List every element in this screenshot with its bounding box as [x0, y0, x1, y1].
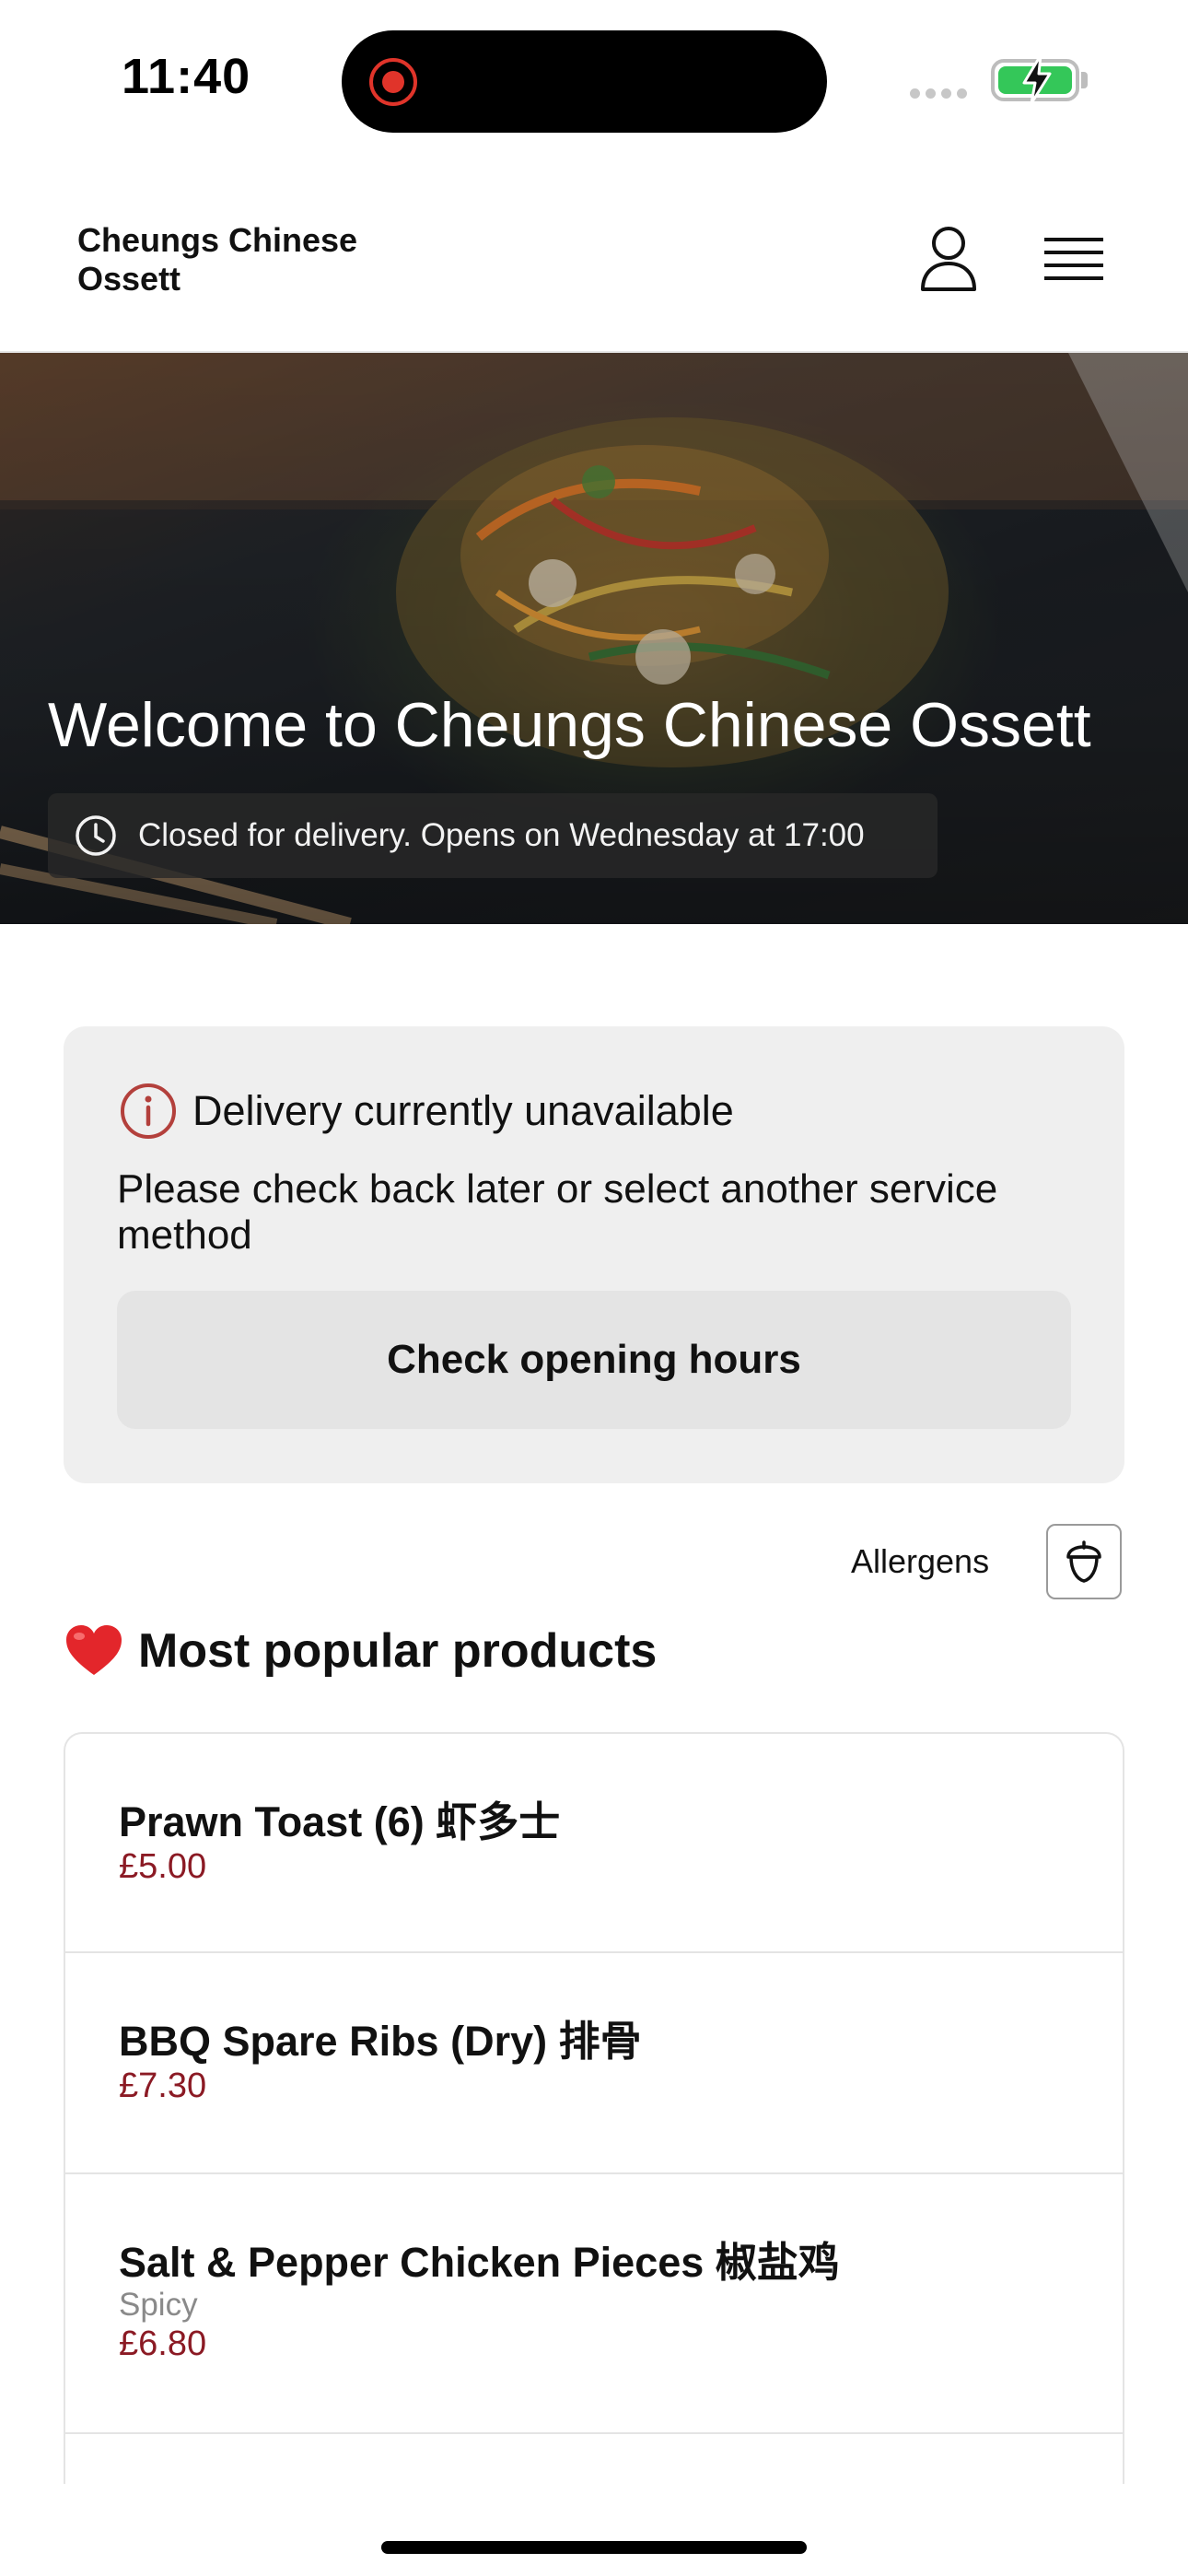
- status-time: 11:40: [122, 49, 251, 104]
- hero-banner: Welcome to Cheungs Chinese Ossett Closed…: [0, 353, 1188, 924]
- delivery-notice: Delivery currently unavailable Please ch…: [64, 1026, 1124, 1483]
- signal-icon: [910, 87, 974, 99]
- popular-products-heading: Most popular products: [64, 1623, 657, 1679]
- battery-cap: [1081, 72, 1088, 88]
- hero-status-text: Closed for delivery. Opens on Wednesday …: [138, 817, 865, 853]
- allergens-label: Allergens: [851, 1542, 990, 1580]
- acorn-icon: [1066, 1540, 1101, 1583]
- popular-products-list: Prawn Toast (6) 虾多士 £5.00 BBQ Spare Ribs…: [64, 1732, 1124, 2484]
- product-item[interactable]: BBQ Spare Ribs (Dry) 排骨 £7.30: [65, 1953, 1123, 2174]
- brand-line-1: Cheungs Chinese: [77, 221, 358, 259]
- heart-icon: [66, 1625, 122, 1675]
- check-opening-hours-button[interactable]: Check opening hours: [117, 1291, 1071, 1429]
- site-header: Cheungs Chinese Ossett: [0, 184, 1188, 353]
- account-button[interactable]: [912, 221, 985, 295]
- brand-line-2: Ossett: [77, 260, 181, 298]
- hero-status-pill: Closed for delivery. Opens on Wednesday …: [48, 793, 938, 878]
- charging-bolt-icon: [1022, 53, 1052, 105]
- brand-name[interactable]: Cheungs Chinese Ossett: [77, 221, 464, 299]
- notice-title-row: Delivery currently unavailable: [119, 1082, 734, 1141]
- allergens-button[interactable]: [1046, 1524, 1122, 1599]
- hero-title: Welcome to Cheungs Chinese Ossett: [48, 690, 1091, 760]
- status-bar: 11:40: [0, 0, 1188, 157]
- notice-body: Please check back later or select anothe…: [117, 1166, 998, 1258]
- popular-products-title: Most popular products: [138, 1624, 658, 1678]
- product-price: £6.80: [119, 2324, 207, 2363]
- product-name: BBQ Spare Ribs (Dry) 排骨: [119, 2018, 642, 2065]
- notice-title: Delivery currently unavailable: [192, 1087, 734, 1134]
- product-item[interactable]: Salt & Pepper Chicken Pieces 椒盐鸡 Spicy £…: [65, 2174, 1123, 2434]
- menu-button[interactable]: [1037, 228, 1111, 293]
- product-price: £7.30: [119, 2067, 207, 2105]
- product-price: £5.00: [119, 1847, 207, 1886]
- product-name: Prawn Toast (6) 虾多士: [119, 1798, 561, 1845]
- product-name: Salt & Pepper Chicken Pieces 椒盐鸡: [119, 2239, 840, 2286]
- hamburger-menu-icon: [1044, 238, 1103, 280]
- info-circle-icon: [121, 1083, 176, 1139]
- record-icon: [369, 58, 417, 106]
- user-icon: [921, 227, 976, 291]
- home-indicator[interactable]: [381, 2541, 807, 2554]
- dynamic-island: [342, 30, 827, 133]
- product-item[interactable]: Prawn Toast (6) 虾多士 £5.00: [65, 1734, 1123, 1953]
- product-tag: Spicy: [119, 2287, 198, 2323]
- clock-icon: [76, 815, 116, 856]
